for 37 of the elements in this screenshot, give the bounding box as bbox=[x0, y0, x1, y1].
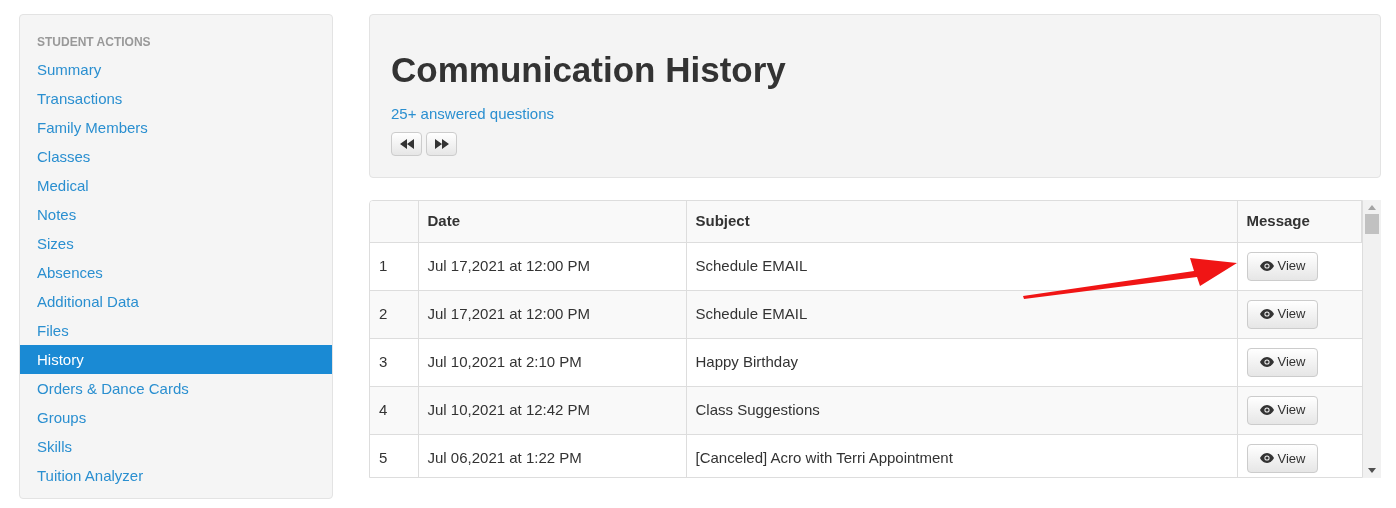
sidebar-item[interactable]: Sizes bbox=[20, 229, 332, 258]
eye-icon bbox=[1259, 261, 1274, 271]
eye-icon bbox=[1259, 453, 1274, 464]
scrollbar-thumb[interactable] bbox=[1365, 214, 1379, 234]
sidebar-item[interactable]: Files bbox=[20, 316, 332, 345]
scrollbar[interactable] bbox=[1363, 200, 1381, 478]
answered-questions-link[interactable]: 25+ answered questions bbox=[391, 103, 555, 126]
page-title: Communication History bbox=[391, 49, 787, 91]
view-button[interactable]: View bbox=[1246, 443, 1319, 473]
view-button[interactable]: View bbox=[1246, 395, 1319, 425]
subject-cell: [Canceled] Acro with Terri Appointment bbox=[686, 434, 1237, 477]
sidebar-item[interactable]: Medical bbox=[20, 171, 332, 200]
sidebar-item[interactable]: Absences bbox=[20, 258, 332, 287]
sidebar-item[interactable]: Skills bbox=[20, 432, 332, 461]
sidebar-heading: STUDENT ACTIONS bbox=[36, 34, 152, 51]
view-button[interactable]: View bbox=[1246, 251, 1319, 281]
date-cell: Jul 06,2021 at 1:22 PM bbox=[418, 434, 686, 477]
next-button[interactable] bbox=[426, 131, 457, 156]
sidebar-item[interactable]: Additional Data bbox=[20, 287, 332, 316]
sidebar-item[interactable]: Summary bbox=[20, 55, 332, 84]
sidebar-item[interactable]: Classes bbox=[20, 142, 332, 171]
sidebar-item[interactable]: Family Members bbox=[20, 113, 332, 142]
eye-icon bbox=[1259, 405, 1274, 415]
view-button[interactable]: View bbox=[1246, 347, 1319, 377]
sidebar-item[interactable]: Transactions bbox=[20, 84, 332, 113]
sidebar-item[interactable]: Notes bbox=[20, 200, 332, 229]
sidebar-item[interactable]: History bbox=[20, 345, 332, 374]
view-button[interactable]: View bbox=[1246, 299, 1319, 329]
rewind-icon bbox=[399, 138, 414, 149]
sidebar-item[interactable]: Groups bbox=[20, 403, 332, 432]
row-number: 5 bbox=[370, 434, 418, 477]
eye-icon bbox=[1259, 357, 1274, 367]
sidebar-item[interactable]: Tuition Analyzer bbox=[20, 461, 332, 490]
eye-icon bbox=[1259, 309, 1274, 319]
previous-button[interactable] bbox=[391, 131, 422, 156]
sidebar-item[interactable]: Orders & Dance Cards bbox=[20, 374, 332, 403]
fast-forward-icon bbox=[434, 138, 449, 149]
